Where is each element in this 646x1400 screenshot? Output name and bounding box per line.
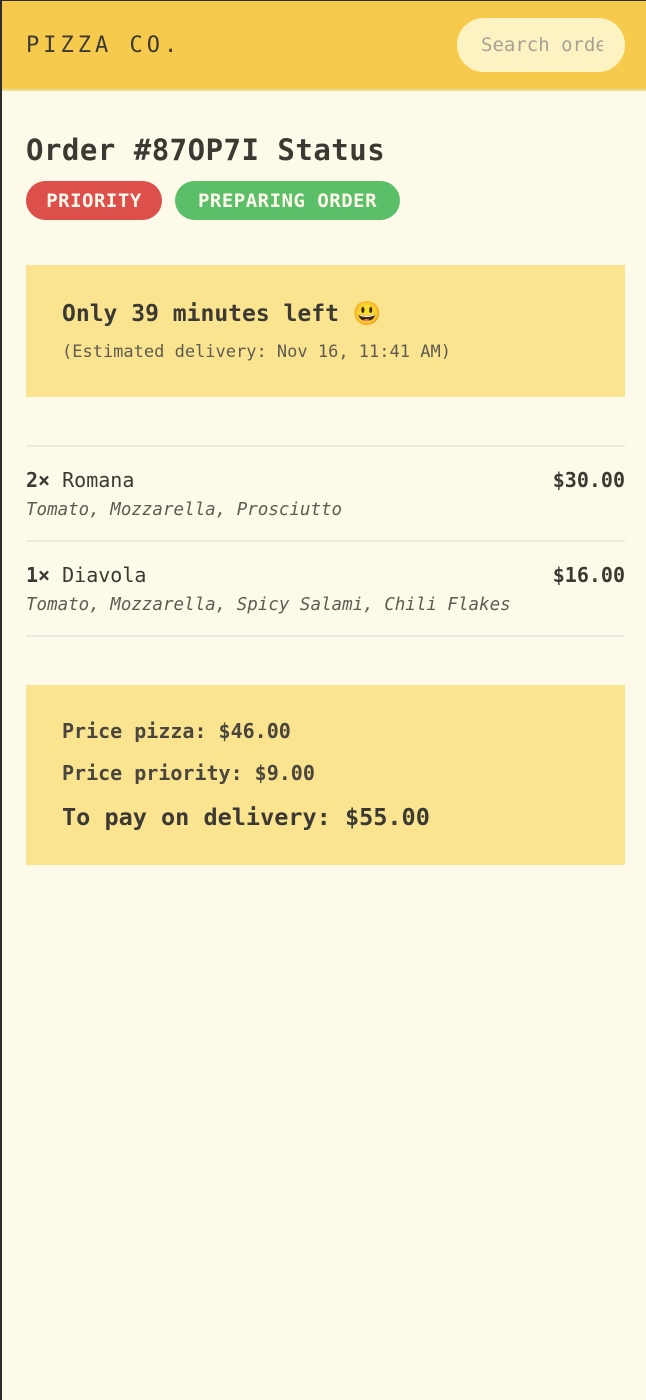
- list-item: 2× Romana $30.00 Tomato, Mozzarella, Pro…: [26, 447, 625, 542]
- order-items: 2× Romana $30.00 Tomato, Mozzarella, Pro…: [26, 445, 625, 637]
- list-item: 1× Diavola $16.00 Tomato, Mozzarella, Sp…: [26, 542, 625, 637]
- app-frame: PIZZA CO. Order #87OP7I Status PRIORITY …: [2, 0, 646, 1400]
- header: PIZZA CO.: [2, 1, 646, 91]
- item-title: Diavola: [62, 563, 147, 587]
- item-row: 2× Romana $30.00: [26, 467, 625, 493]
- price-summary: Price pizza: $46.00 Price priority: $9.0…: [26, 685, 625, 865]
- total-to-pay: To pay on delivery: $55.00: [62, 803, 430, 831]
- item-row: 1× Diavola $16.00: [26, 562, 625, 588]
- item-quantity: 2×: [26, 468, 51, 492]
- item-quantity: 1×: [26, 563, 51, 587]
- eta-countdown: Only 39 minutes left 😃: [62, 301, 382, 327]
- badges: PRIORITY PREPARING ORDER: [26, 181, 625, 220]
- price-pizza: Price pizza: $46.00: [62, 719, 291, 743]
- page-title: Order #87OP7I Status: [26, 133, 386, 167]
- item-price: $16.00: [552, 563, 625, 587]
- item-name: 2× Romana: [26, 467, 134, 493]
- search-input[interactable]: [457, 18, 625, 72]
- item-title: Romana: [62, 468, 135, 492]
- item-price: $30.00: [552, 468, 625, 492]
- eta-panel: Only 39 minutes left 😃 (Estimated delive…: [26, 265, 625, 397]
- logo[interactable]: PIZZA CO.: [26, 33, 181, 58]
- item-ingredients: Tomato, Mozzarella, Prosciutto: [26, 500, 343, 520]
- status-badge: PREPARING ORDER: [175, 181, 400, 220]
- price-priority: Price priority: $9.00: [62, 761, 315, 785]
- item-name: 1× Diavola: [26, 562, 146, 588]
- eta-estimated-delivery: (Estimated delivery: Nov 16, 11:41 AM): [62, 342, 451, 362]
- main-content: Order #87OP7I Status PRIORITY PREPARING …: [2, 133, 646, 865]
- priority-badge: PRIORITY: [26, 181, 162, 220]
- item-ingredients: Tomato, Mozzarella, Spicy Salami, Chili …: [26, 595, 511, 615]
